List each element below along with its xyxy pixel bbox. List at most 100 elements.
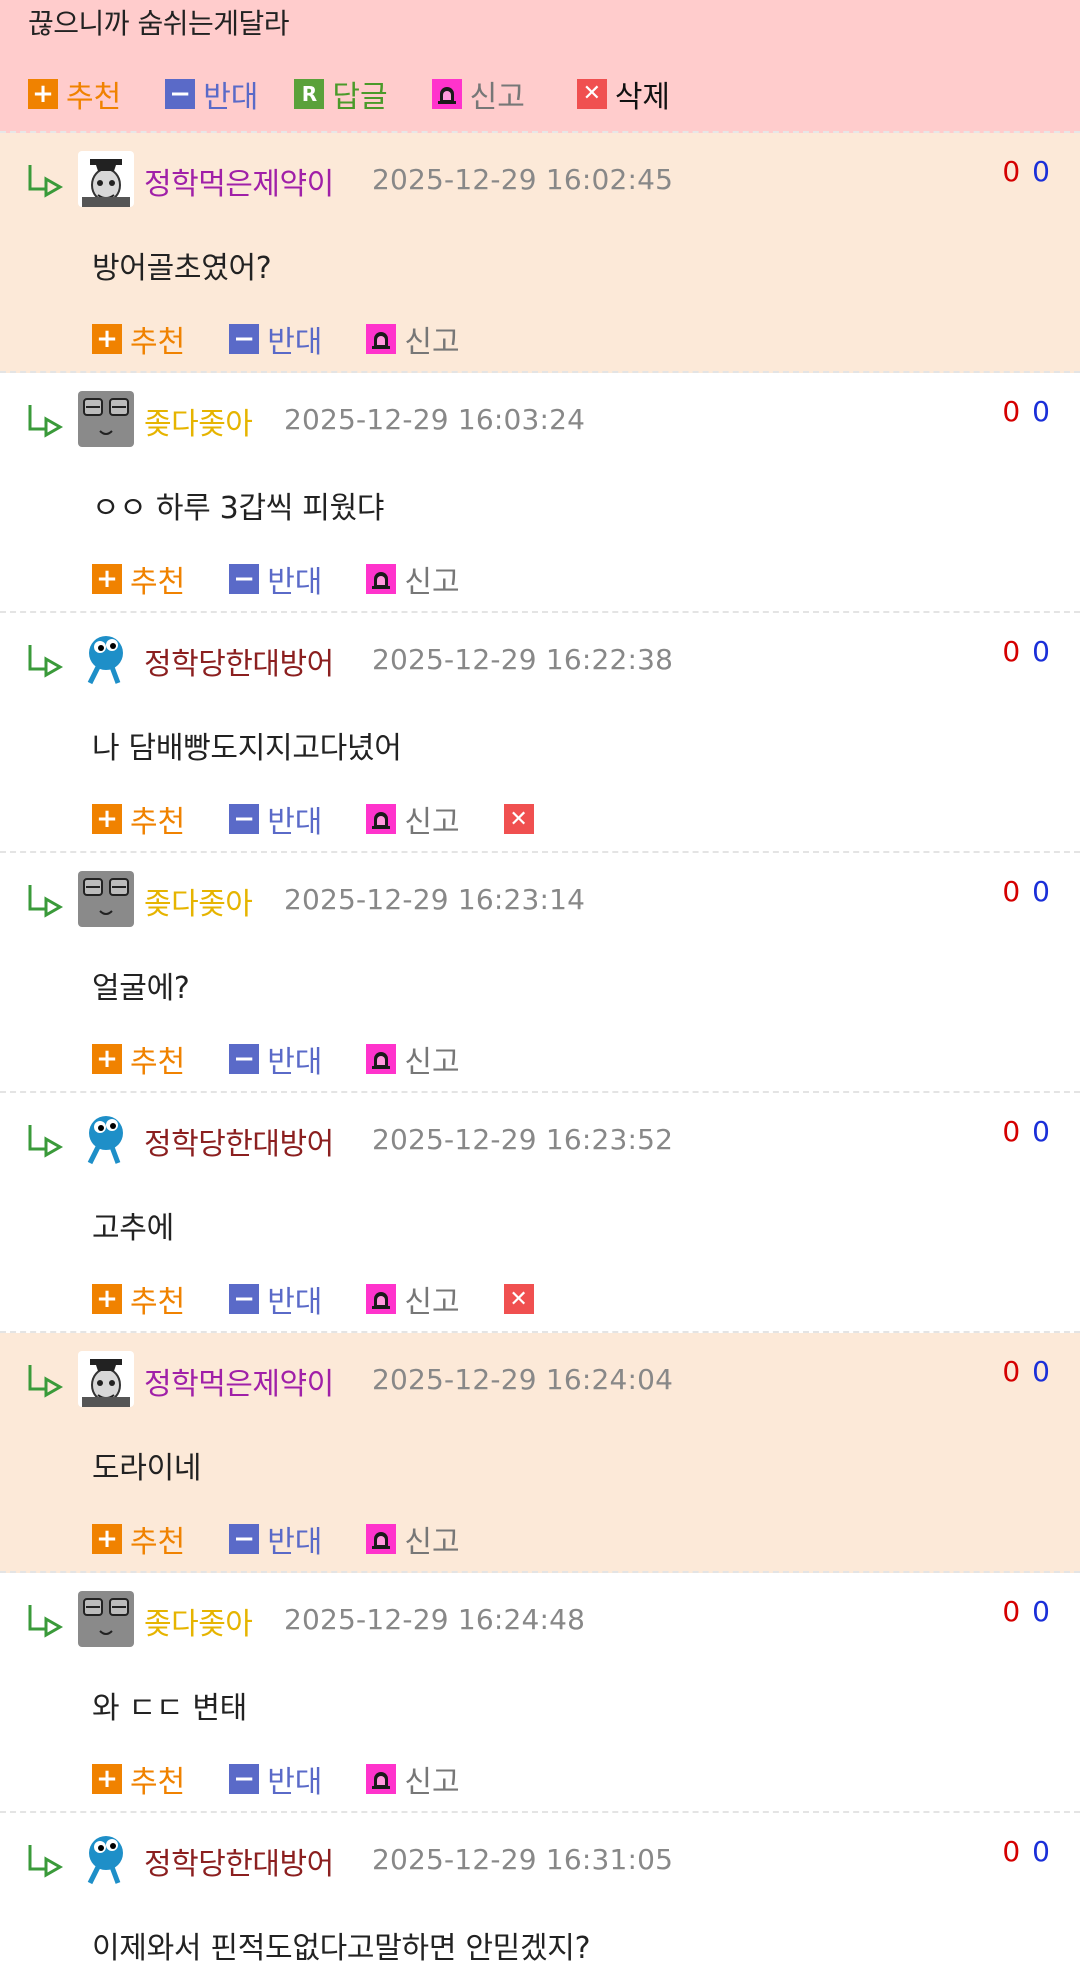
comment-date: 2025-12-29 16:24:48: [284, 1603, 586, 1636]
comment-author[interactable]: 정학당한대방어: [144, 1839, 334, 1883]
oppose-button[interactable]: − 반대: [229, 1517, 322, 1561]
post-delete-button[interactable]: ✕ 삭제: [576, 72, 670, 116]
comment-item: 정학먹은제약이 2025-12-29 16:02:45 00 방어골초였어? +…: [0, 133, 1080, 373]
oppose-label: 반대: [267, 1765, 323, 1800]
comment-author[interactable]: 정학먹은제약이: [144, 1359, 334, 1403]
siren-icon: [366, 1284, 397, 1314]
comment-author[interactable]: 정학먹은제약이: [144, 159, 334, 203]
avatar[interactable]: [78, 1591, 134, 1647]
comment-date: 2025-12-29 16:23:52: [372, 1123, 674, 1156]
recommend-label: 추천: [130, 325, 186, 360]
up-count: 0: [1002, 875, 1021, 908]
comment-actions: + 추천 − 반대 신고: [92, 1517, 504, 1561]
delete-button[interactable]: ✕: [503, 804, 534, 834]
comment-item: 좆다좆아 2025-12-29 16:24:48 00 와 ㄷㄷ 변태 + 추천 …: [0, 1573, 1080, 1813]
comment-body: 도라이네: [92, 1451, 202, 1486]
down-count: 0: [1032, 635, 1050, 668]
minus-icon: −: [165, 79, 196, 109]
recommend-button[interactable]: + 추천: [92, 1517, 185, 1561]
comment-author[interactable]: 좆다좆아: [144, 879, 253, 923]
vote-counts: 00: [1002, 1595, 1050, 1628]
post-reply-label: 답글: [332, 80, 388, 115]
post-reply-button[interactable]: R 답글: [294, 72, 388, 116]
post-actions: + 추천 − 반대 R 답글 신고 ✕ 삭제: [28, 72, 714, 116]
plus-icon: +: [92, 324, 122, 354]
comment-author[interactable]: 정학당한대방어: [144, 1119, 334, 1163]
report-label: 신고: [404, 325, 460, 360]
post-recommend-button[interactable]: + 추천: [28, 72, 121, 116]
comment-author[interactable]: 좆다좆아: [144, 399, 253, 443]
oppose-label: 반대: [267, 1525, 323, 1560]
post-recommend-label: 추천: [66, 80, 122, 115]
report-button[interactable]: 신고: [366, 317, 460, 361]
siren-icon: [431, 79, 462, 109]
recommend-label: 추천: [130, 565, 186, 600]
down-count: 0: [1032, 1835, 1050, 1868]
recommend-button[interactable]: + 추천: [92, 1037, 185, 1081]
oppose-button[interactable]: − 반대: [229, 797, 322, 841]
minus-icon: −: [229, 564, 260, 594]
post-footer: 끊으니까 숨쉬는게달라 + 추천 − 반대 R 답글 신고 ✕ 삭제: [0, 0, 1080, 133]
reply-arrow-icon: [28, 1125, 64, 1158]
minus-icon: −: [229, 1284, 260, 1314]
oppose-button[interactable]: − 반대: [229, 1277, 322, 1321]
plus-icon: +: [92, 1764, 122, 1794]
oppose-button[interactable]: − 반대: [229, 1757, 322, 1801]
comment-body: 나 담배빵도지지고다녔어: [92, 731, 402, 766]
minus-icon: −: [229, 804, 260, 834]
comment-actions: + 추천 − 반대 신고: [92, 1757, 504, 1801]
avatar[interactable]: [78, 631, 134, 687]
oppose-label: 반대: [267, 1045, 323, 1080]
comment-item: 정학먹은제약이 2025-12-29 16:24:04 00 도라이네 + 추천 …: [0, 1333, 1080, 1573]
comment-item: 좆다좆아 2025-12-29 16:03:24 00 ㅇㅇ 하루 3갑씩 피웠…: [0, 373, 1080, 613]
report-button[interactable]: 신고: [366, 797, 460, 841]
recommend-button[interactable]: + 추천: [92, 1277, 185, 1321]
reply-r-icon: R: [294, 79, 325, 109]
report-button[interactable]: 신고: [366, 1517, 460, 1561]
report-button[interactable]: 신고: [366, 1037, 460, 1081]
avatar[interactable]: [78, 1351, 134, 1407]
oppose-button[interactable]: − 반대: [229, 1037, 322, 1081]
oppose-label: 반대: [267, 1285, 323, 1320]
oppose-button[interactable]: − 반대: [229, 557, 322, 601]
avatar[interactable]: [78, 391, 134, 447]
report-label: 신고: [404, 1765, 460, 1800]
avatar[interactable]: [78, 871, 134, 927]
comment-item: 정학당한대방어 2025-12-29 16:31:05 00 이제와서 핀적도없…: [0, 1813, 1080, 1963]
report-button[interactable]: 신고: [366, 1757, 460, 1801]
reply-arrow-icon: [28, 885, 64, 918]
plus-icon: +: [92, 1284, 122, 1314]
recommend-button[interactable]: + 추천: [92, 557, 185, 601]
vote-counts: 00: [1002, 1355, 1050, 1388]
up-count: 0: [1002, 1595, 1021, 1628]
report-button[interactable]: 신고: [366, 557, 460, 601]
plus-icon: +: [92, 1044, 122, 1074]
comment-date: 2025-12-29 16:31:05: [372, 1843, 674, 1876]
recommend-label: 추천: [130, 1525, 186, 1560]
reply-arrow-icon: [28, 1845, 64, 1878]
avatar[interactable]: [78, 1831, 134, 1887]
reply-arrow-icon: [28, 645, 64, 678]
plus-icon: +: [92, 1524, 122, 1554]
comment-item: 좆다좆아 2025-12-29 16:23:14 00 얼굴에? + 추천 − 반대…: [0, 853, 1080, 1093]
down-count: 0: [1032, 395, 1050, 428]
comment-author[interactable]: 정학당한대방어: [144, 639, 334, 683]
recommend-button[interactable]: + 추천: [92, 1757, 185, 1801]
reply-arrow-icon: [28, 1605, 64, 1638]
report-label: 신고: [404, 1045, 460, 1080]
post-report-button[interactable]: 신고: [431, 72, 525, 116]
up-count: 0: [1002, 1355, 1021, 1388]
reply-arrow-icon: [28, 1365, 64, 1398]
comment-author[interactable]: 좆다좆아: [144, 1599, 253, 1643]
avatar[interactable]: [78, 151, 134, 207]
recommend-button[interactable]: + 추천: [92, 317, 185, 361]
oppose-button[interactable]: − 반대: [229, 317, 322, 361]
recommend-label: 추천: [130, 1045, 186, 1080]
delete-button[interactable]: ✕: [503, 1284, 534, 1314]
report-button[interactable]: 신고: [366, 1277, 460, 1321]
recommend-label: 추천: [130, 1285, 186, 1320]
minus-icon: −: [229, 324, 260, 354]
avatar[interactable]: [78, 1111, 134, 1167]
recommend-button[interactable]: + 추천: [92, 797, 185, 841]
post-oppose-button[interactable]: − 반대: [165, 72, 258, 116]
